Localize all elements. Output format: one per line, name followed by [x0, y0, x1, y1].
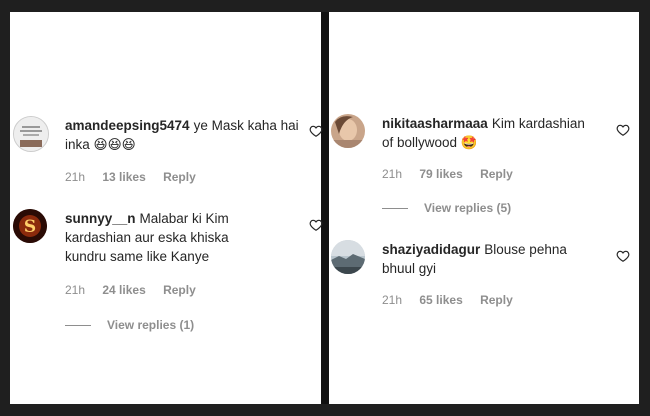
comment-meta: 21h 79 likes Reply	[382, 167, 527, 181]
replies-line	[65, 325, 91, 327]
like-heart-icon[interactable]	[309, 218, 323, 232]
comment-time: 21h	[382, 293, 403, 307]
panel-divider	[321, 12, 329, 404]
comment-meta: 21h 13 likes Reply	[65, 170, 210, 184]
portrait-avatar[interactable]	[331, 114, 365, 148]
mask-product-avatar[interactable]	[13, 116, 49, 152]
comment-emojis: 😆😆😆	[93, 137, 136, 153]
comment-time: 21h	[65, 170, 86, 184]
reply-button[interactable]: Reply	[480, 167, 513, 181]
like-heart-icon[interactable]	[309, 124, 323, 138]
comment-meta: 21h 24 likes Reply	[65, 283, 210, 297]
view-replies-button[interactable]: View replies (5)	[382, 201, 511, 215]
comment-username[interactable]: amandeepsing5474	[65, 118, 190, 133]
replies-line	[382, 208, 408, 210]
comment-likes[interactable]: 24 likes	[102, 283, 145, 297]
comment-likes[interactable]: 79 likes	[419, 167, 462, 181]
comment-meta: 21h 65 likes Reply	[382, 293, 527, 307]
comment-time: 21h	[382, 167, 403, 181]
landscape-avatar[interactable]	[331, 240, 365, 274]
comment-username[interactable]: sunnyy__n	[65, 211, 136, 226]
reply-button[interactable]: Reply	[480, 293, 513, 307]
comment-likes[interactable]: 13 likes	[102, 170, 145, 184]
svg-text:S: S	[24, 217, 36, 237]
reply-button[interactable]: Reply	[163, 283, 196, 297]
comment-emojis: 🤩	[460, 135, 478, 151]
comment-text: sunnyy__n Malabar ki Kim kardashian aur e…	[65, 209, 261, 266]
view-replies-label: View replies (1)	[107, 318, 195, 332]
comment-username[interactable]: shaziyadidagur	[382, 242, 480, 257]
like-heart-icon[interactable]	[616, 249, 630, 263]
view-replies-label: View replies (5)	[424, 201, 512, 215]
reply-button[interactable]: Reply	[163, 170, 196, 184]
comment-username[interactable]: nikitaasharmaaa	[382, 116, 488, 131]
right-comments-panel: nikitaasharmaaa Kim kardashian of bollywo…	[329, 12, 639, 404]
left-comments-panel: amandeepsing5474 ye Mask kaha hai inka 😆😆…	[10, 12, 323, 404]
like-heart-icon[interactable]	[616, 123, 630, 137]
comment-text: nikitaasharmaaa Kim kardashian of bollywo…	[382, 114, 594, 153]
comment-time: 21h	[65, 283, 86, 297]
comment-likes[interactable]: 65 likes	[419, 293, 462, 307]
comment-text: amandeepsing5474 ye Mask kaha hai inka 😆😆…	[65, 116, 303, 155]
view-replies-button[interactable]: View replies (1)	[65, 318, 194, 332]
letter-s-avatar[interactable]: S	[13, 209, 47, 243]
comment-text: shaziyadidagur Blouse pehna bhuul gyi	[382, 240, 590, 278]
